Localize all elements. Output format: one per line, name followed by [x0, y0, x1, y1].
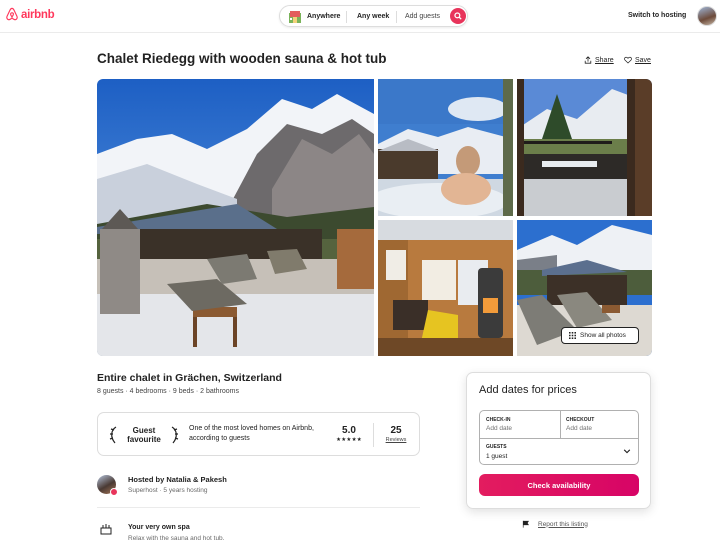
laurel-left-icon: [109, 426, 117, 444]
date-picker: CHECK-IN Add date CHECKOUT Add date GUES…: [479, 410, 639, 465]
guest-favourite-box[interactable]: Guest favourite One of the most loved ho…: [97, 412, 420, 456]
listing-title: Chalet Riedegg with wooden sauna & hot t…: [97, 51, 387, 66]
checkin-field[interactable]: Add date: [486, 425, 512, 432]
brand-name: airbnb: [21, 8, 55, 21]
date-divider: [560, 411, 561, 438]
grid-icon: [569, 332, 576, 339]
airbnb-logo[interactable]: airbnb: [5, 7, 55, 22]
chevron-down-icon[interactable]: [623, 447, 631, 455]
reviews-block[interactable]: 25 Reviews: [380, 425, 412, 443]
checkout-label[interactable]: CHECKOUT: [566, 417, 594, 423]
search-icon: [454, 12, 462, 20]
rating-stars: ★★★★★: [336, 437, 362, 443]
rating-value: 5.0: [342, 425, 356, 436]
badge-line-2: favourite: [127, 435, 161, 444]
checkout-field[interactable]: Add date: [566, 425, 592, 432]
airbnb-logo-icon: [6, 7, 18, 21]
photo-hot-tub[interactable]: [378, 79, 513, 216]
rating-divider: [373, 423, 374, 447]
top-nav: airbnb Anywhere Any week Add guests Swit…: [0, 0, 720, 33]
rating-block: 5.0 ★★★★★: [334, 425, 364, 443]
host-subtext: Superhost · 5 years hosting: [128, 487, 208, 494]
save-label: Save: [635, 56, 651, 64]
checkin-label[interactable]: CHECK-IN: [486, 417, 510, 423]
search-button[interactable]: [450, 8, 466, 24]
superhost-badge-icon: [110, 488, 118, 496]
search-anywhere[interactable]: Anywhere: [307, 13, 340, 20]
listing-subtitle: Entire chalet in Grächen, Switzerland: [97, 372, 282, 384]
guest-favourite-badge: Guest favourite: [108, 424, 180, 446]
guest-favourite-description: One of the most loved homes on Airbnb, a…: [189, 425, 314, 443]
guests-label[interactable]: GUESTS: [486, 444, 507, 450]
highlight-title: Your very own spa: [128, 524, 190, 531]
reviews-count: 25: [390, 425, 402, 436]
share-button[interactable]: Share: [584, 56, 614, 64]
switch-to-hosting-link[interactable]: Switch to hosting: [628, 12, 686, 19]
photo-balcony[interactable]: [517, 79, 652, 216]
photo-interior[interactable]: [378, 220, 513, 356]
search-any-week[interactable]: Any week: [357, 13, 389, 20]
report-listing-label: Report this listing: [538, 520, 588, 528]
hosted-by: Hosted by Natalia & Pakesh: [128, 475, 227, 484]
highlight-description: Relax with the sauna and hot tub.: [128, 535, 225, 542]
section-divider: [97, 507, 420, 508]
listing-details: 8 guests · 4 bedrooms · 9 beds · 2 bathr…: [97, 388, 240, 395]
spa-icon: [100, 524, 112, 535]
flag-icon: [522, 520, 530, 528]
share-label: Share: [595, 56, 614, 64]
check-availability-button[interactable]: Check availability: [479, 474, 639, 496]
search-add-guests[interactable]: Add guests: [405, 13, 440, 20]
search-bar[interactable]: Anywhere Any week Add guests: [279, 5, 468, 27]
badge-line-1: Guest: [132, 425, 156, 435]
laurel-right-icon: [171, 426, 179, 444]
search-divider: [346, 11, 347, 23]
house-icon: [289, 11, 301, 23]
show-all-photos-label: Show all photos: [580, 332, 626, 339]
photo-chalet-exterior[interactable]: [97, 79, 374, 356]
save-button[interactable]: Save: [624, 56, 651, 64]
share-icon: [584, 56, 592, 64]
reviews-label: Reviews: [385, 437, 407, 443]
search-divider: [396, 11, 397, 23]
show-all-photos-button[interactable]: Show all photos: [561, 327, 639, 344]
heart-icon: [624, 56, 632, 64]
user-avatar[interactable]: [697, 6, 717, 26]
booking-card: Add dates for prices CHECK-IN Add date C…: [466, 372, 651, 509]
date-divider: [480, 438, 638, 439]
report-listing-link[interactable]: Report this listing: [522, 520, 588, 528]
guests-select[interactable]: 1 guest: [486, 453, 507, 460]
booking-title: Add dates for prices: [479, 384, 577, 396]
